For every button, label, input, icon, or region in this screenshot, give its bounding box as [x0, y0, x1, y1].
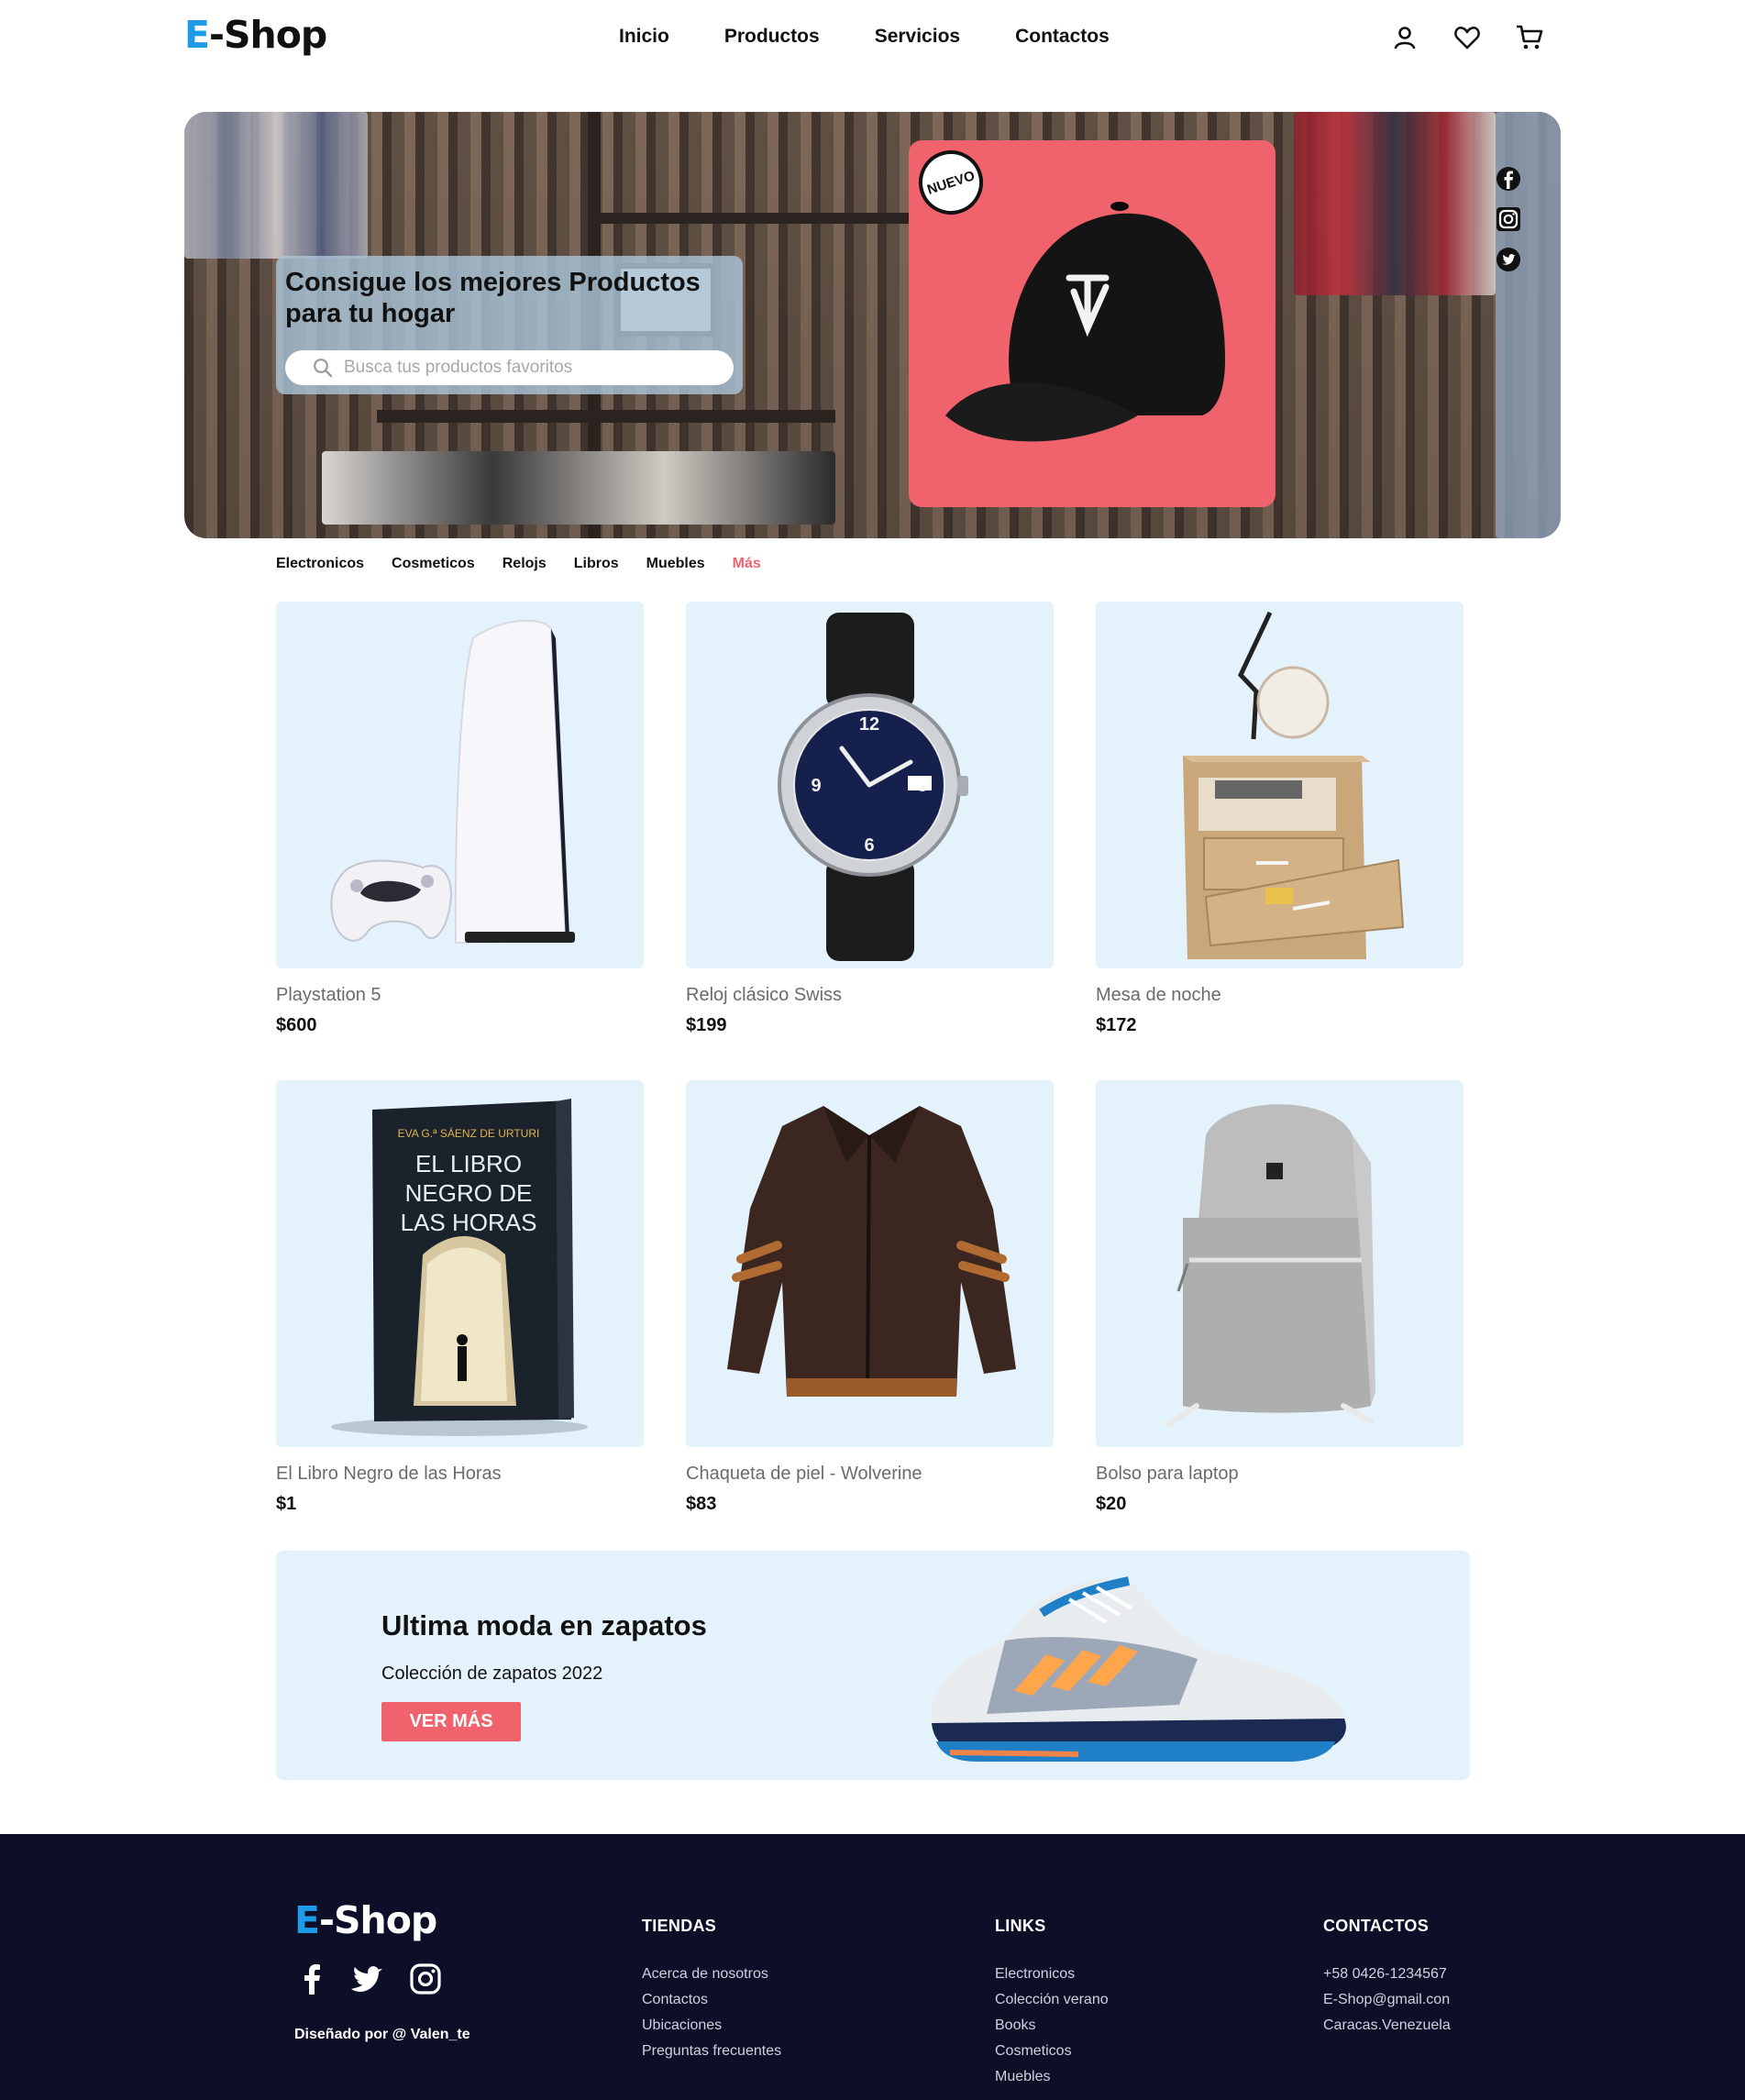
- footer-link[interactable]: Acerca de nosotros: [642, 1962, 781, 1987]
- category-relojs[interactable]: Relojs: [503, 556, 547, 572]
- product-image-backpack[interactable]: [1096, 1080, 1463, 1447]
- footer-link[interactable]: Muebles: [995, 2064, 1109, 2090]
- footer-link[interactable]: Books: [995, 2013, 1109, 2039]
- twitter-icon[interactable]: [350, 1961, 387, 1997]
- nav-inicio[interactable]: Inicio: [619, 26, 669, 48]
- shoe-shelf: [322, 451, 835, 525]
- nav-productos[interactable]: Productos: [724, 26, 820, 48]
- footer-col-contactos: CONTACTOS +58 0426-1234567 E-Shop@gmail.…: [1323, 1917, 1451, 2039]
- shoe-image: [931, 1576, 1347, 1762]
- product-name[interactable]: Mesa de noche: [1096, 985, 1463, 1006]
- product-name[interactable]: Reloj clásico Swiss: [686, 985, 1054, 1006]
- product-card[interactable]: Bolso para laptop $20: [1096, 1080, 1463, 1515]
- nav-servicios[interactable]: Servicios: [875, 26, 960, 48]
- product-image-nightstand[interactable]: [1096, 602, 1463, 968]
- footer-col-tiendas: TIENDAS Acerca de nosotros Contactos Ubi…: [642, 1917, 781, 2064]
- product-name[interactable]: Bolso para laptop: [1096, 1464, 1463, 1485]
- footer-link[interactable]: Electronicos: [995, 1962, 1109, 1987]
- heart-icon[interactable]: [1452, 22, 1483, 53]
- hero-banner: Consigue los mejores Productos para tu h…: [184, 112, 1561, 538]
- user-icon[interactable]: [1389, 22, 1420, 53]
- footer-link[interactable]: Contactos: [642, 1987, 781, 2013]
- logo[interactable]: E-Shop: [184, 13, 327, 57]
- book-title-line3: LAS HORAS: [401, 1209, 537, 1236]
- ver-mas-button[interactable]: VER MÁS: [381, 1702, 521, 1741]
- footer-contact-address: Caracas.Venezuela: [1323, 2017, 1451, 2033]
- product-image-book[interactable]: EVA G.ª SÁENZ DE URTURI EL LIBRO NEGRO D…: [276, 1080, 644, 1447]
- facebook-icon[interactable]: [293, 1961, 330, 1997]
- cart-icon[interactable]: [1514, 22, 1545, 53]
- product-card[interactable]: 12369 Reloj clásico Swiss $199: [686, 602, 1054, 1036]
- product-image-playstation[interactable]: [276, 602, 644, 968]
- footer-heading: CONTACTOS: [1323, 1917, 1430, 1935]
- category-libros[interactable]: Libros: [574, 556, 619, 572]
- search-bar[interactable]: [285, 350, 734, 385]
- product-price: $1: [276, 1494, 297, 1514]
- hero-socials: [1495, 165, 1522, 273]
- product-name[interactable]: Chaqueta de piel - Wolverine: [686, 1464, 1054, 1485]
- product-price: $199: [686, 1015, 727, 1035]
- category-cosmeticos[interactable]: Cosmeticos: [392, 556, 475, 572]
- product-card[interactable]: Mesa de noche $172: [1096, 602, 1463, 1036]
- product-price: $600: [276, 1015, 317, 1035]
- product-name[interactable]: El Libro Negro de las Horas: [276, 1464, 644, 1485]
- svg-text:6: 6: [864, 835, 874, 856]
- shelf-board: [377, 410, 835, 423]
- clothes-rack: [184, 112, 368, 259]
- product-card[interactable]: EVA G.ª SÁENZ DE URTURI EL LIBRO NEGRO D…: [276, 1080, 644, 1515]
- footer-heading: TIENDAS: [642, 1917, 717, 1935]
- facebook-icon[interactable]: [1495, 165, 1522, 193]
- navbar: E-Shop Inicio Productos Servicios Contac…: [0, 0, 1745, 77]
- footer-logo[interactable]: E-Shop: [294, 1898, 437, 1942]
- footer: E-Shop Diseñado por @ Valen_te TIENDAS A…: [0, 1834, 1745, 2100]
- nav-icons: [1389, 22, 1545, 53]
- category-electronicos[interactable]: Electronicos: [276, 556, 364, 572]
- footer-link[interactable]: Colección verano: [995, 1987, 1109, 2013]
- hero-title: Consigue los mejores Productos para tu h…: [285, 268, 701, 328]
- shoes-banner: Ultima moda en zapatos Colección de zapa…: [276, 1551, 1470, 1780]
- book-title-line1: EL LIBRO: [415, 1150, 522, 1177]
- footer-col-links: LINKS Electronicos Colección verano Book…: [995, 1917, 1109, 2090]
- book-author: EVA G.ª SÁENZ DE URTURI: [398, 1126, 540, 1140]
- banner-title: Ultima moda en zapatos: [381, 1609, 707, 1641]
- main-menu: Inicio Productos Servicios Contactos: [619, 26, 1165, 48]
- product-price: $20: [1096, 1494, 1127, 1514]
- category-mas[interactable]: Más: [733, 556, 761, 572]
- svg-text:9: 9: [811, 776, 821, 796]
- book-title-line2: NEGRO DE: [405, 1179, 533, 1207]
- footer-link[interactable]: Cosmeticos: [995, 2039, 1109, 2064]
- footer-link[interactable]: Preguntas frecuentes: [642, 2039, 781, 2064]
- instagram-icon[interactable]: [1495, 205, 1522, 233]
- footer-contact-phone[interactable]: +58 0426-1234567: [1323, 1962, 1451, 1987]
- product-name[interactable]: Playstation 5: [276, 985, 644, 1006]
- product-card[interactable]: Chaqueta de piel - Wolverine $83: [686, 1080, 1054, 1515]
- product-price: $172: [1096, 1015, 1137, 1035]
- twitter-icon[interactable]: [1495, 246, 1522, 273]
- shelf-board: [588, 213, 909, 224]
- product-price: $83: [686, 1494, 717, 1514]
- category-bar: Electronicos Cosmeticos Relojs Libros Mu…: [276, 556, 789, 572]
- promo-card[interactable]: NUEVO: [909, 140, 1276, 507]
- svg-text:12: 12: [859, 714, 879, 735]
- search-input[interactable]: [344, 358, 692, 378]
- category-muebles[interactable]: Muebles: [646, 556, 705, 572]
- clothes-rack: [1294, 112, 1496, 295]
- product-image-watch[interactable]: 12369: [686, 602, 1054, 968]
- designer-credit: Diseñado por @ Valen_te: [294, 2027, 470, 2042]
- footer-heading: LINKS: [995, 1917, 1046, 1935]
- hero-search-box: Consigue los mejores Productos para tu h…: [276, 256, 743, 394]
- banner-subtitle: Colección de zapatos 2022: [381, 1663, 603, 1684]
- search-icon: [314, 359, 333, 378]
- footer-contact-email[interactable]: E-Shop@gmail.con: [1323, 1987, 1451, 2013]
- footer-link[interactable]: Ubicaciones: [642, 2013, 781, 2039]
- footer-socials: [293, 1961, 444, 1997]
- product-image-jacket[interactable]: [686, 1080, 1054, 1447]
- product-card[interactable]: Playstation 5 $600: [276, 602, 644, 1036]
- instagram-icon[interactable]: [407, 1961, 444, 1997]
- nav-contactos[interactable]: Contactos: [1015, 26, 1110, 48]
